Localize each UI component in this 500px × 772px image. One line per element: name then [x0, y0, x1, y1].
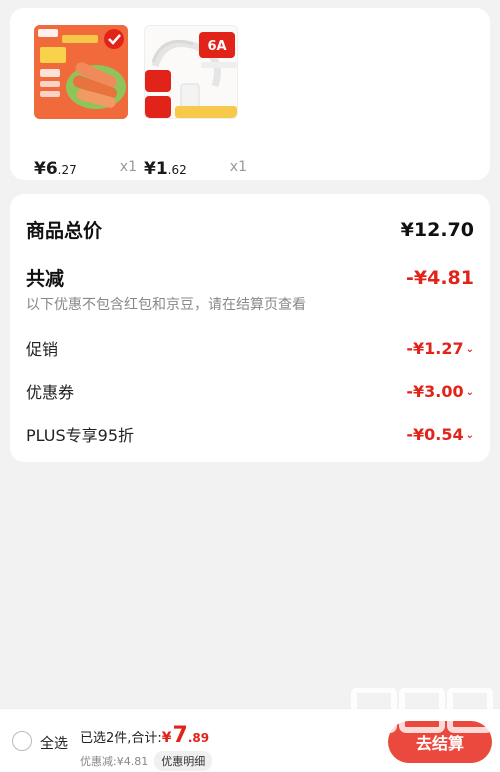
discount-detail-button[interactable]: 优惠明细	[154, 751, 213, 771]
sausage-product-image	[34, 25, 128, 119]
product-item[interactable]: 6A ¥1.62 x1	[144, 25, 247, 179]
product-image[interactable]	[34, 25, 128, 119]
reduction-value: -¥4.81	[406, 266, 474, 289]
chevron-down-icon: ⌄	[465, 343, 474, 355]
goods-total-label: 商品总价	[26, 220, 103, 242]
product-quantity: x1	[229, 159, 247, 175]
chevron-down-icon: ⌄	[465, 429, 474, 441]
product-price: ¥6.27	[34, 159, 77, 179]
plus-discount-value[interactable]: -¥0.54 ⌄	[406, 425, 474, 444]
discount-line: 优惠减:¥4.81 优惠明细	[80, 751, 213, 771]
promotion-row[interactable]: 促销 -¥1.27 ⌄	[26, 336, 474, 360]
discount-amount: 优惠减:¥4.81	[80, 755, 149, 768]
chevron-down-icon: ⌄	[465, 386, 474, 398]
plus-discount-row[interactable]: PLUS专享95折 -¥0.54 ⌄	[26, 422, 474, 446]
selected-count-text: 已选2件,合计:	[80, 731, 162, 746]
charging-cable-product-image: 6A	[145, 26, 237, 118]
product-quantity: x1	[119, 159, 137, 175]
reduction-row: 共减 -¥4.81	[26, 264, 474, 291]
cart-products-card: ¥6.27 x1 6A ¥1.62 x1	[10, 8, 490, 180]
plus-discount-label: PLUS专享95折	[26, 426, 134, 445]
promotion-label: 促销	[26, 340, 59, 359]
product-price: ¥1.62	[144, 159, 187, 179]
checkout-bar: 全选 已选2件,合计: ¥ 7 .89 优惠减:¥4.81 优惠明细 去结算	[0, 708, 500, 772]
total-currency-symbol: ¥	[161, 730, 172, 746]
product-image[interactable]: 6A	[144, 25, 238, 119]
select-all-label[interactable]: 全选	[40, 733, 68, 753]
reduction-label: 共减	[26, 268, 65, 290]
goods-total-row: 商品总价 ¥12.70	[26, 216, 474, 243]
total-integer: 7	[172, 723, 188, 748]
goods-total-value: ¥12.70	[400, 218, 474, 241]
selected-total: 已选2件,合计: ¥ 7 .89	[80, 723, 209, 748]
coupon-value[interactable]: -¥3.00 ⌄	[406, 382, 474, 401]
product-item[interactable]: ¥6.27 x1	[34, 25, 137, 179]
coupon-row[interactable]: 优惠券 -¥3.00 ⌄	[26, 379, 474, 403]
discount-note: 以下优惠不包含红包和京豆，请在结算页查看	[26, 297, 306, 313]
promotion-value[interactable]: -¥1.27 ⌄	[406, 339, 474, 358]
select-all-radio[interactable]	[12, 731, 32, 751]
coupon-label: 优惠券	[26, 383, 75, 402]
svg-text:6A: 6A	[207, 39, 226, 54]
total-decimal: .89	[187, 731, 210, 745]
checkout-button[interactable]: 去结算	[388, 721, 492, 763]
price-summary-card: 商品总价 ¥12.70 共减 -¥4.81 以下优惠不包含红包和京豆，请在结算页…	[10, 194, 490, 462]
